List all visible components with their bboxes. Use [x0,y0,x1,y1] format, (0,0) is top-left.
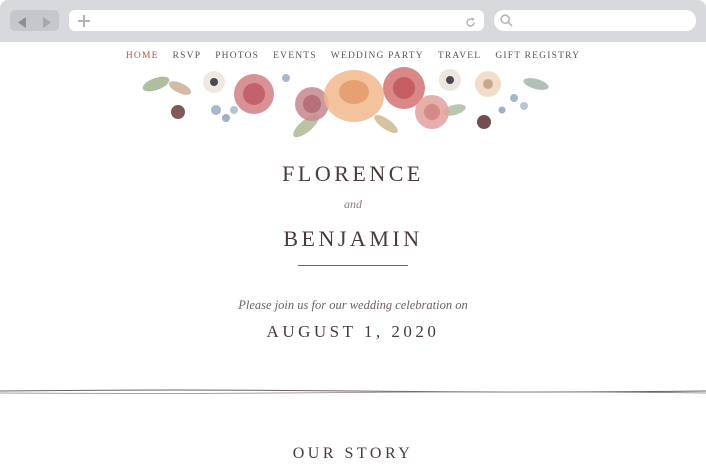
nav-item-events[interactable]: EVENTS [273,48,317,64]
reload-icon[interactable] [465,15,476,27]
section-title-our-story: OUR STORY [292,445,414,462]
back-icon[interactable] [17,15,27,28]
nav-item-gift-registry[interactable]: GIFT REGISTRY [495,48,580,64]
search-icon [500,14,513,27]
nav-item-travel[interactable]: TRAVEL [438,48,481,64]
name-connector: and [344,197,362,211]
invitation-text: Please join us for our wedding celebrati… [238,298,468,312]
floral-illustration [142,67,549,138]
site-nav: HOME RSVP PHOTOS EVENTS WEDDING PARTY TR… [0,48,706,64]
search-field[interactable] [494,10,696,31]
plus-icon[interactable] [78,14,90,27]
nav-item-home[interactable]: HOME [126,48,159,64]
forward-icon[interactable] [42,15,52,28]
browser-window: HOME RSVP PHOTOS EVENTS WEDDING PARTY TR… [0,0,706,469]
wedding-date: AUGUST 1, 2020 [266,322,440,341]
nav-item-rsvp[interactable]: RSVP [173,48,202,64]
history-buttons [10,10,59,31]
nav-item-wedding-party[interactable]: WEDDING PARTY [331,48,424,64]
partner-name-second: BENJAMIN [283,226,423,251]
partner-name-first: FLORENCE [282,161,424,186]
divider [298,265,408,266]
browser-toolbar [0,0,706,42]
address-bar[interactable] [69,10,484,31]
nav-item-photos[interactable]: PHOTOS [215,48,259,64]
section-divider [0,389,706,394]
